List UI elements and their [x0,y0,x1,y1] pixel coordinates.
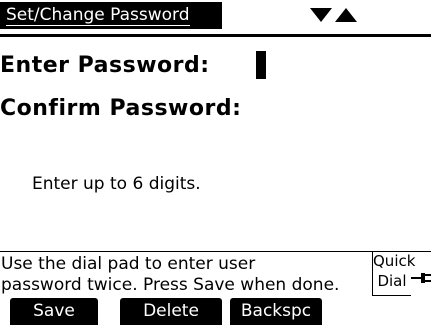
title-divider [0,34,431,37]
scroll-up-icon[interactable] [335,8,357,22]
quick-dial-label-2: Dial [377,272,407,290]
plug-icon [411,273,431,283]
help-text: Use the dial pad to enter user password … [1,254,371,296]
confirm-password-label: Confirm Password: [0,96,242,121]
help-text-line-2: password twice. Press Save when done. [1,275,340,295]
help-divider [0,251,431,252]
backspace-softkey[interactable]: Backspc [230,298,322,325]
password-input-cursor[interactable] [256,51,266,79]
enter-password-label: Enter Password: [0,53,210,78]
quick-dial-label-1: Quick [373,252,416,270]
delete-softkey[interactable]: Delete [120,298,222,325]
help-text-line-1: Use the dial pad to enter user [1,254,256,274]
password-hint: Enter up to 6 digits. [32,174,201,194]
scroll-down-icon[interactable] [310,8,332,22]
save-softkey[interactable]: Save [10,298,98,325]
screen-title: Set/Change Password [0,2,222,29]
quick-dial-button[interactable]: Quick Dial [372,251,416,296]
screen-title-text: Set/Change Password [6,5,190,26]
